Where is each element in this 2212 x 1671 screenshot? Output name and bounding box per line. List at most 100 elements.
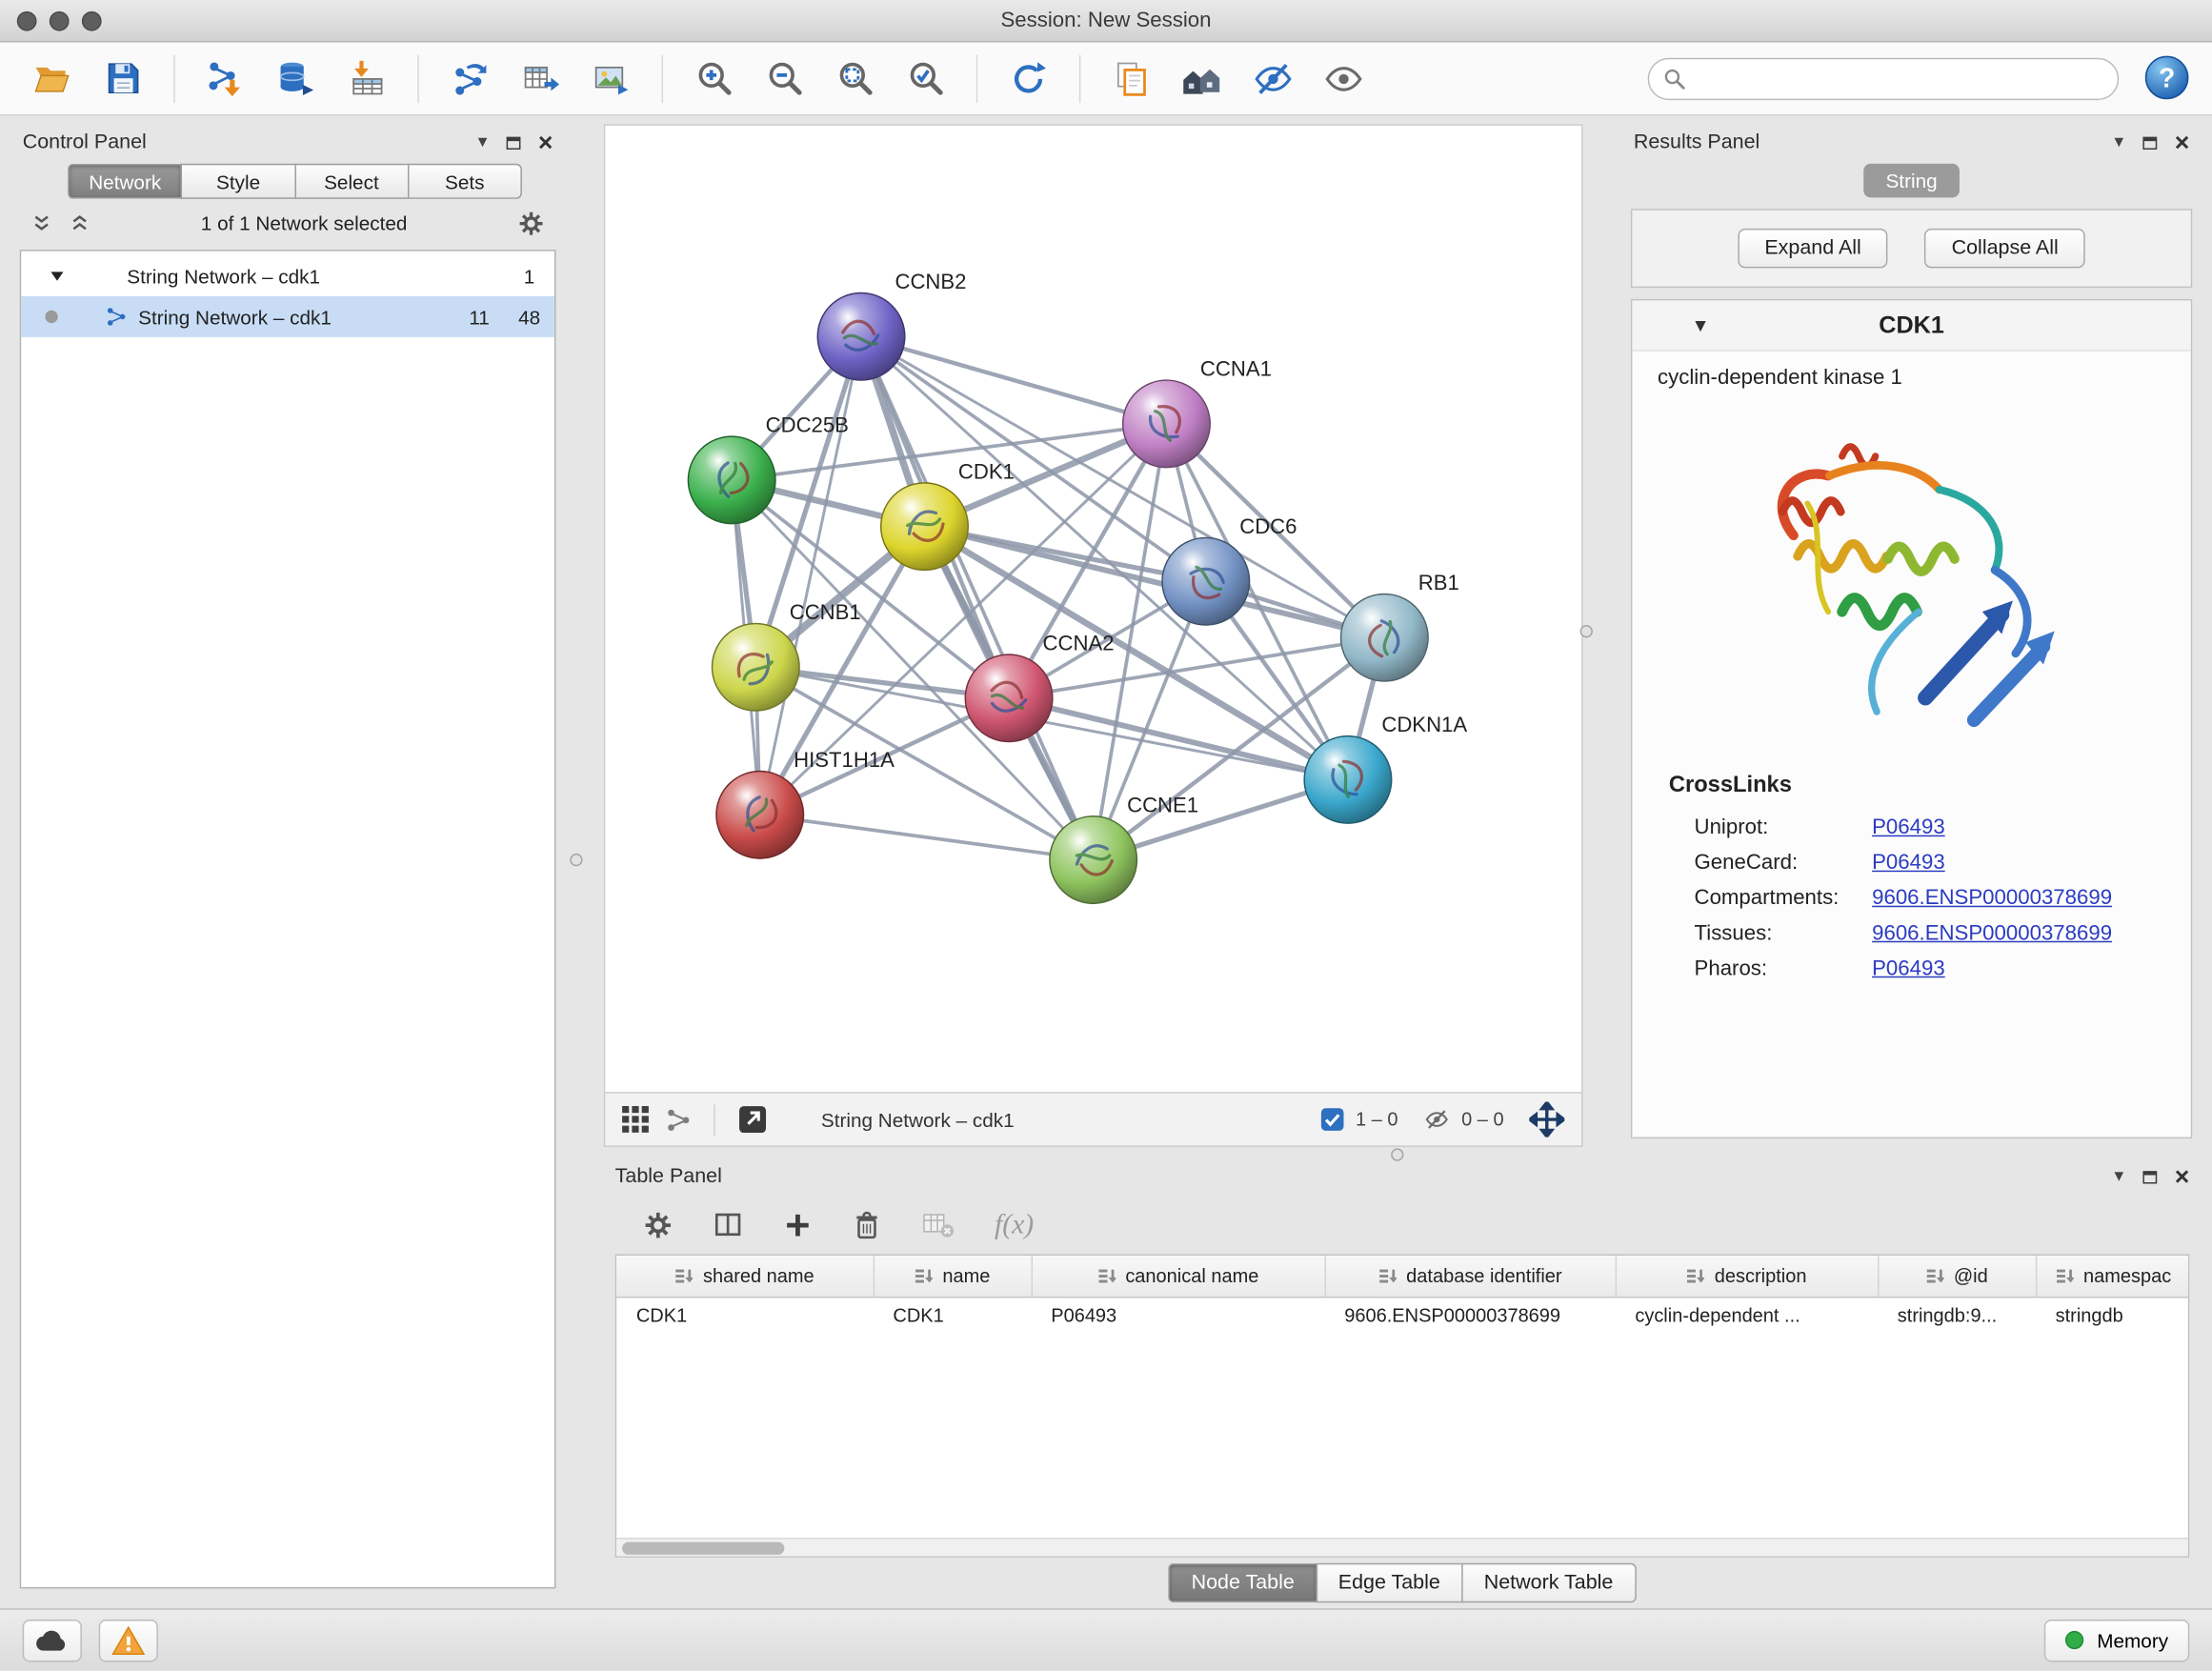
scrollbar-thumb[interactable]	[622, 1542, 784, 1555]
node-HIST1H1A[interactable]	[716, 772, 804, 859]
table-horizontal-scrollbar[interactable]	[616, 1538, 2188, 1556]
grid-view-button[interactable]	[622, 1106, 649, 1133]
tab-network-table[interactable]: Network Table	[1461, 1563, 1636, 1602]
tab-node-table[interactable]: Node Table	[1169, 1563, 1316, 1602]
node-CCNE1[interactable]	[1050, 816, 1137, 904]
node-CDC25B[interactable]	[688, 436, 775, 524]
new-network-from-selection-button[interactable]	[437, 49, 502, 108]
results-panel-collapse-button[interactable]: ▼	[2111, 134, 2126, 151]
node-CCNA1[interactable]	[1123, 380, 1211, 468]
crosslink-link[interactable]: 9606.ENSP00000378699	[1872, 921, 2112, 945]
node-CDK1[interactable]	[881, 483, 969, 571]
column-header-name[interactable]: name	[874, 1256, 1032, 1297]
selected-checkbox-icon[interactable]	[1320, 1107, 1344, 1131]
node-CCNB1[interactable]	[713, 623, 800, 711]
zoom-in-button[interactable]	[681, 49, 746, 108]
crosslink-link[interactable]: 9606.ENSP00000378699	[1872, 886, 2112, 910]
save-session-button[interactable]	[90, 49, 155, 108]
apply-layout-button[interactable]	[995, 49, 1060, 108]
edge-CCNB2-CCNE1[interactable]	[861, 336, 1094, 859]
network-options-button[interactable]	[517, 210, 544, 236]
add-column-button[interactable]	[783, 1210, 813, 1239]
table-cell[interactable]: 9606.ENSP00000378699	[1325, 1297, 1616, 1335]
collapse-tree-button[interactable]	[70, 212, 90, 233]
edge-CCNB2-CCNA1[interactable]	[861, 336, 1166, 424]
expand-all-button[interactable]: Expand All	[1738, 229, 1888, 268]
table-cell[interactable]: CDK1	[616, 1297, 874, 1335]
splitter-handle[interactable]	[1580, 625, 1593, 637]
table-cell[interactable]: stringdb	[2036, 1297, 2189, 1335]
tab-style[interactable]: Style	[181, 164, 294, 199]
column-header--id[interactable]: @id	[1878, 1256, 2036, 1297]
tab-string[interactable]: String	[1863, 164, 1961, 198]
network-collection-row[interactable]: String Network – cdk1 1	[21, 255, 554, 296]
show-all-button[interactable]	[1311, 49, 1376, 108]
delete-column-button[interactable]	[852, 1210, 881, 1239]
column-header-canonical-name[interactable]: canonical name	[1032, 1256, 1325, 1297]
network-canvas[interactable]: CCNB2CCNA1CDC25BCDK1CDC6RB1CCNB1CCNA2CDK…	[604, 124, 1583, 1093]
tab-select[interactable]: Select	[294, 164, 408, 199]
results-panel-close-button[interactable]: ×	[2175, 130, 2190, 155]
node-CCNB2[interactable]	[817, 293, 905, 381]
node-CCNA2[interactable]	[965, 654, 1053, 742]
zoom-selected-button[interactable]	[893, 49, 957, 108]
table-panel-float-button[interactable]	[2143, 1170, 2158, 1182]
network-snapshot-button[interactable]	[1099, 49, 1164, 108]
zoom-out-button[interactable]	[752, 49, 816, 108]
search-input[interactable]	[1696, 67, 2103, 90]
collapse-all-button[interactable]: Collapse All	[1924, 229, 2084, 268]
tab-sets[interactable]: Sets	[408, 164, 522, 199]
window-zoom-button[interactable]	[82, 10, 102, 30]
control-panel-float-button[interactable]	[507, 136, 521, 149]
cloud-button[interactable]	[23, 1619, 82, 1661]
edge-HIST1H1A-CCNE1[interactable]	[760, 815, 1094, 859]
tab-network[interactable]: Network	[68, 164, 181, 199]
table-cell[interactable]: P06493	[1032, 1297, 1325, 1335]
import-network-from-file-button[interactable]	[193, 49, 258, 108]
pan-mode-button[interactable]	[1529, 1102, 1564, 1137]
network-list-item[interactable]: String Network – cdk1 11 48	[21, 296, 554, 337]
crosslink-link[interactable]: P06493	[1872, 851, 1945, 875]
table-cell[interactable]: CDK1	[874, 1297, 1032, 1335]
node-CDC6[interactable]	[1162, 537, 1250, 625]
control-panel-collapse-button[interactable]: ▼	[474, 134, 490, 151]
table-panel-close-button[interactable]: ×	[2175, 1164, 2190, 1190]
column-header-shared-name[interactable]: shared name	[616, 1256, 874, 1297]
expand-tree-button[interactable]	[31, 212, 52, 233]
import-table-button[interactable]	[334, 49, 399, 108]
open-session-button[interactable]	[20, 49, 85, 108]
import-network-from-database-button[interactable]	[264, 49, 329, 108]
column-header-namespac[interactable]: namespac	[2036, 1256, 2189, 1297]
results-panel-float-button[interactable]	[2143, 136, 2158, 149]
memory-button[interactable]: Memory	[2044, 1619, 2189, 1661]
column-header-database-identifier[interactable]: database identifier	[1325, 1256, 1616, 1297]
hide-selected-button[interactable]	[1240, 49, 1305, 108]
window-close-button[interactable]	[17, 10, 37, 30]
houses-button[interactable]	[1170, 49, 1235, 108]
table-panel-collapse-button[interactable]: ▼	[2111, 1168, 2126, 1185]
crosslink-link[interactable]: P06493	[1872, 956, 1945, 980]
function-builder-button[interactable]: f(x)	[995, 1208, 1034, 1240]
chevron-down-icon[interactable]: ▼	[1692, 314, 1710, 335]
expander-icon[interactable]	[50, 268, 65, 283]
delete-table-button[interactable]	[921, 1209, 955, 1240]
zoom-fit-button[interactable]	[822, 49, 887, 108]
tab-edge-table[interactable]: Edge Table	[1316, 1563, 1461, 1602]
table-row[interactable]: CDK1CDK1P064939606.ENSP00000378699cyclin…	[616, 1297, 2189, 1335]
crosslink-link[interactable]: P06493	[1872, 815, 1945, 839]
show-columns-button[interactable]	[713, 1209, 744, 1240]
export-image-button[interactable]	[578, 49, 643, 108]
node-RB1[interactable]	[1341, 594, 1429, 681]
table-cell[interactable]: stringdb:9...	[1878, 1297, 2036, 1335]
help-button[interactable]: ?	[2142, 53, 2192, 104]
warnings-button[interactable]	[99, 1619, 158, 1661]
node-CDKN1A[interactable]	[1304, 736, 1392, 824]
hidden-eye-slash-icon[interactable]	[1423, 1107, 1450, 1131]
splitter-handle[interactable]	[1391, 1148, 1403, 1160]
table-settings-button[interactable]	[643, 1210, 673, 1239]
control-panel-close-button[interactable]: ×	[538, 130, 553, 155]
edge-CCNB2-HIST1H1A[interactable]	[760, 336, 861, 815]
network-overview-button[interactable]	[666, 1107, 692, 1133]
splitter-handle[interactable]	[570, 854, 582, 866]
export-table-button[interactable]	[508, 49, 573, 108]
